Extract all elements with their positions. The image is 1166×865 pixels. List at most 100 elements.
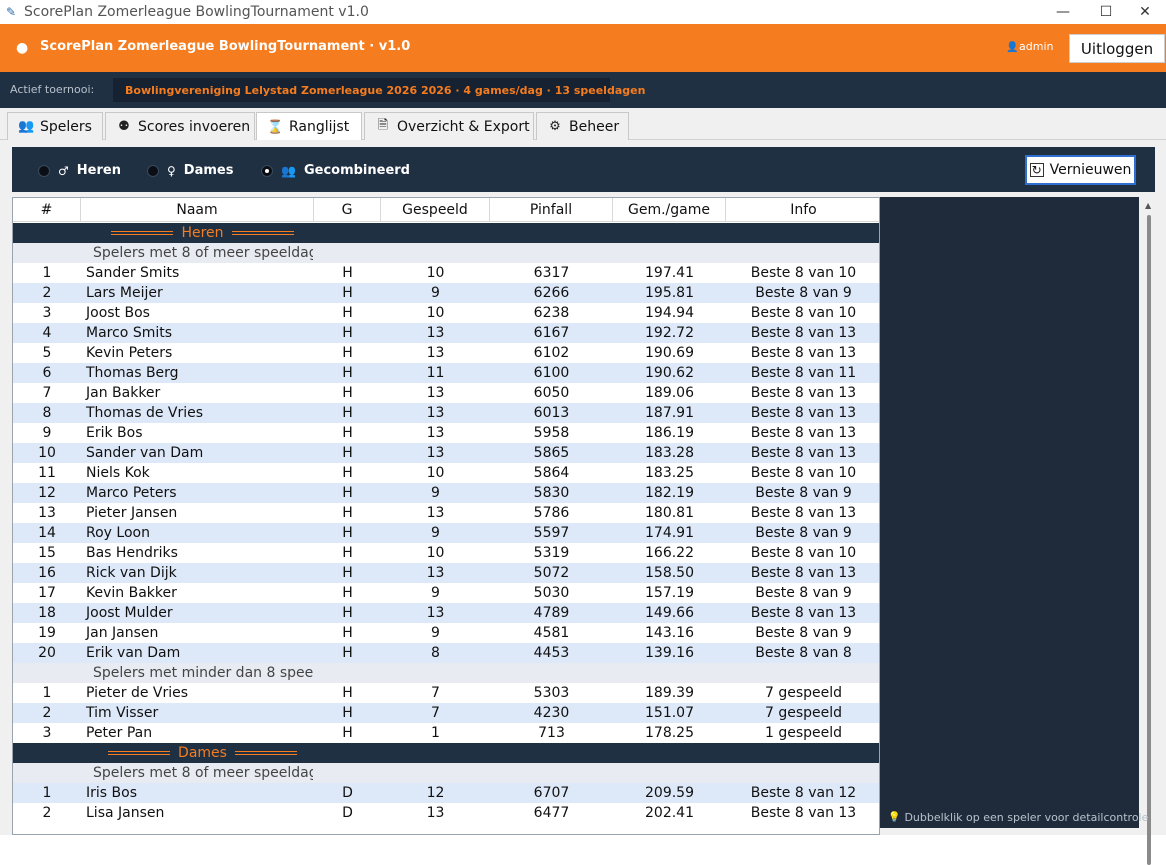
cell-pinfall: 5786 (533, 505, 570, 521)
table-row[interactable]: 9 Erik Bos H 13 5958 186.19 Beste 8 van 13 (13, 423, 879, 443)
cell-played: 10 (426, 545, 445, 561)
cell-played: 7 (431, 685, 440, 701)
tab-spelers[interactable]: 👥 Spelers (7, 112, 103, 140)
refresh-button[interactable]: ↻ Vernieuwen (1025, 155, 1136, 185)
hint-text: 💡 Dubbelklik op een speler voor detailco… (888, 811, 1148, 824)
radio-dames[interactable]: ♀ Dames (147, 163, 233, 178)
cell-gender: D (342, 785, 353, 801)
close-button[interactable]: ✕ (1122, 0, 1166, 24)
logout-button[interactable]: Uitloggen (1069, 34, 1165, 63)
cell-name: Tim Visser (86, 705, 159, 721)
cell-pinfall: 6317 (533, 265, 570, 281)
table-row[interactable]: 14 Roy Loon H 9 5597 174.91 Beste 8 van 9 (13, 523, 879, 543)
table-row[interactable]: 2 Tim Visser H 7 4230 151.07 7 gespeeld (13, 703, 879, 723)
table-row[interactable]: 10 Sander van Dam H 13 5865 183.28 Beste 8 van… (13, 443, 879, 463)
cell-gender: H (342, 325, 353, 341)
cell-name: Jan Bakker (86, 385, 161, 401)
cell-name: Pieter de Vries (86, 685, 189, 701)
table-row[interactable]: 7 Jan Bakker H 13 6050 189.06 Beste 8 van 13 (13, 383, 879, 403)
minimize-button[interactable]: — (1040, 0, 1086, 24)
cell-average: 187.91 (645, 405, 694, 421)
table-row[interactable]: 4 Marco Smits H 13 6167 192.72 Beste 8 van 13 (13, 323, 879, 343)
col-header-gender[interactable]: G (314, 198, 381, 222)
cell-info: 7 gespeeld (764, 685, 843, 701)
subsection-row: Spelers met 8 of meer speeldage (13, 243, 879, 263)
col-header-played[interactable]: Gespeeld (381, 198, 490, 222)
cell-gender: H (342, 385, 353, 401)
cell-name: Sander Smits (86, 265, 180, 281)
table-row[interactable]: 8 Thomas de Vries H 13 6013 187.91 Beste 8 van… (13, 403, 879, 423)
table-row[interactable]: 6 Thomas Berg H 11 6100 190.62 Beste 8 van 11 (13, 363, 879, 383)
cell-info: Beste 8 van 9 (755, 625, 852, 641)
col-header-name[interactable]: Naam (81, 198, 314, 222)
cell-rank: 2 (42, 285, 52, 301)
cell-rank: 3 (42, 725, 52, 741)
scores-icon: ⚉ (118, 119, 130, 134)
players-icon: 👥 (18, 119, 35, 134)
section-label: Heren (86, 225, 319, 241)
cell-name: Rick van Dijk (86, 565, 177, 581)
table-scrollbar[interactable]: ▲ (1143, 197, 1155, 865)
radio-gecombineerd[interactable]: 👥 Gecombineerd (261, 163, 410, 178)
cell-gender: H (342, 265, 353, 281)
table-row[interactable]: 3 Joost Bos H 10 6238 194.94 Beste 8 van 10 (13, 303, 879, 323)
table-row[interactable]: 18 Joost Mulder H 13 4789 149.66 Beste 8 van 1… (13, 603, 879, 623)
cell-pinfall: 5958 (533, 425, 570, 441)
cell-info: Beste 8 van 9 (755, 285, 852, 301)
cell-rank: 17 (38, 585, 56, 601)
tab-label: Ranglijst (289, 119, 350, 135)
divider-line (108, 751, 171, 755)
cell-played: 1 (431, 725, 440, 741)
detail-panel (880, 197, 1139, 828)
cell-gender: H (342, 365, 353, 381)
cell-info: Beste 8 van 9 (755, 485, 852, 501)
table-row[interactable]: 2 Lisa Jansen D 13 6477 202.41 Beste 8 van 13 (13, 803, 879, 823)
tab-scores-invoeren[interactable]: ⚉ Scores invoeren (105, 112, 255, 140)
cell-pinfall: 6707 (533, 785, 570, 801)
cell-gender: H (342, 725, 353, 741)
table-row[interactable]: 15 Bas Hendriks H 10 5319 166.22 Beste 8 van 1… (13, 543, 879, 563)
table-row[interactable]: 3 Peter Pan H 1 713 178.25 1 gespeeld (13, 723, 879, 743)
col-header-average[interactable]: Gem./game (613, 198, 726, 222)
scrollbar-thumb[interactable] (1147, 215, 1151, 865)
cell-rank: 8 (42, 405, 52, 421)
cell-rank: 5 (42, 345, 52, 361)
table-row[interactable]: 1 Iris Bos D 12 6707 209.59 Beste 8 van 12 (13, 783, 879, 803)
col-header-pinfall[interactable]: Pinfall (490, 198, 613, 222)
cell-gender: H (342, 645, 353, 661)
table-row[interactable]: 11 Niels Kok H 10 5864 183.25 Beste 8 van 10 (13, 463, 879, 483)
cell-played: 10 (426, 265, 445, 281)
table-row[interactable]: 2 Lars Meijer H 9 6266 195.81 Beste 8 van 9 (13, 283, 879, 303)
col-header-rank[interactable]: # (13, 198, 81, 222)
cell-name: Marco Peters (86, 485, 177, 501)
cell-info: Beste 8 van 11 (750, 365, 857, 381)
cell-pinfall: 5030 (533, 585, 570, 601)
tab-ranglijst[interactable]: ⌛ Ranglijst (256, 112, 362, 141)
table-row[interactable]: 13 Pieter Jansen H 13 5786 180.81 Beste 8 van … (13, 503, 879, 523)
cell-name: Joost Bos (86, 305, 150, 321)
tab-label: Spelers (40, 118, 92, 135)
table-row[interactable]: 20 Erik van Dam H 8 4453 139.16 Beste 8 van 8 (13, 643, 879, 663)
table-row[interactable]: 1 Pieter de Vries H 7 5303 189.39 7 gespeeld (13, 683, 879, 703)
radio-heren[interactable]: ♂ Heren (38, 163, 121, 178)
cell-rank: 1 (42, 785, 52, 801)
table-row[interactable]: 19 Jan Jansen H 9 4581 143.16 Beste 8 van 9 (13, 623, 879, 643)
cell-rank: 2 (42, 805, 52, 821)
table-row[interactable]: 5 Kevin Peters H 13 6102 190.69 Beste 8 van 13 (13, 343, 879, 363)
col-header-info[interactable]: Info (726, 198, 879, 222)
subsection-label: Spelers met minder dan 8 speeld (93, 665, 313, 681)
table-row[interactable]: 17 Kevin Bakker H 9 5030 157.19 Beste 8 van 9 (13, 583, 879, 603)
tab-beheer[interactable]: ⚙ Beheer (536, 112, 629, 140)
cell-pinfall: 5830 (533, 485, 570, 501)
cell-gender: H (342, 565, 353, 581)
cell-rank: 16 (38, 565, 56, 581)
table-row[interactable]: 16 Rick van Dijk H 13 5072 158.50 Beste 8 van … (13, 563, 879, 583)
tab-overzicht-export[interactable]: 🗎 Overzicht & Export (364, 112, 534, 140)
scroll-up-icon[interactable]: ▲ (1145, 201, 1151, 210)
table-row[interactable]: 12 Marco Peters H 9 5830 182.19 Beste 8 van 9 (13, 483, 879, 503)
cell-gender: H (342, 505, 353, 521)
cell-name: Lisa Jansen (86, 805, 165, 821)
cell-played: 13 (426, 345, 445, 361)
table-row[interactable]: 1 Sander Smits H 10 6317 197.41 Beste 8 van 10 (13, 263, 879, 283)
cell-gender: H (342, 705, 353, 721)
